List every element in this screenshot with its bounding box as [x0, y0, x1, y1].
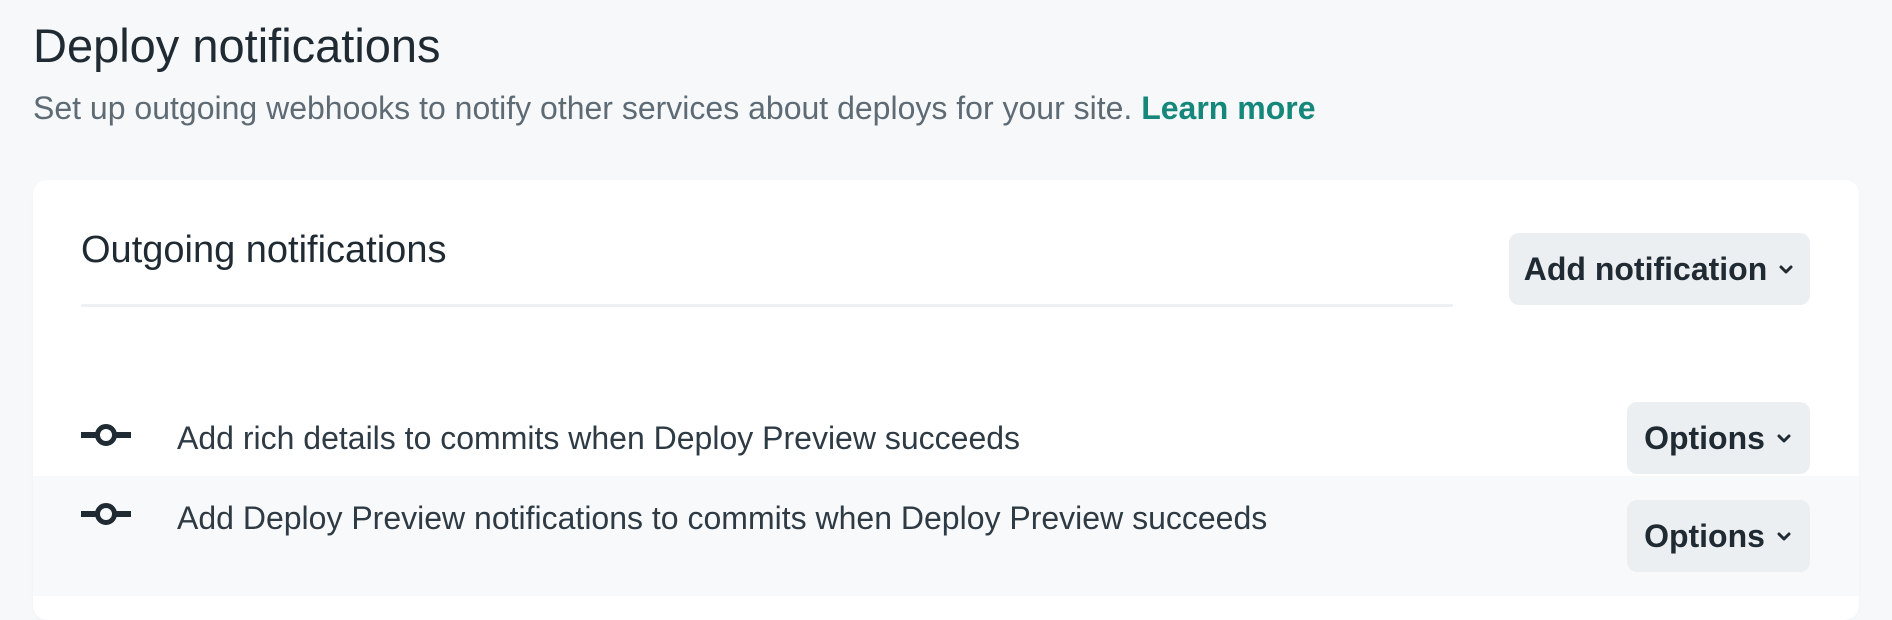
git-commit-icon [81, 424, 131, 446]
card-title: Outgoing notifications [81, 229, 447, 271]
options-label: Options [1644, 517, 1765, 554]
git-commit-icon [81, 503, 131, 525]
notification-label: Add Deploy Preview notifications to comm… [177, 500, 1268, 536]
options-button[interactable]: Options [1627, 402, 1810, 474]
add-notification-label: Add notification [1523, 250, 1768, 287]
outgoing-notifications-card: Outgoing notifications Add notification … [33, 180, 1859, 620]
add-notification-button[interactable]: Add notification [1509, 233, 1810, 305]
chevron-down-icon [1777, 434, 1791, 443]
learn-more-link[interactable]: Learn more [1141, 90, 1315, 126]
notification-label: Add rich details to commits when Deploy … [177, 420, 1021, 456]
page-subtitle: Set up outgoing webhooks to notify other… [33, 88, 1315, 128]
chevron-down-icon [1779, 265, 1793, 274]
options-label: Options [1644, 419, 1765, 456]
card-divider [81, 304, 1453, 307]
page-subtitle-text: Set up outgoing webhooks to notify other… [33, 90, 1133, 126]
options-button[interactable]: Options [1627, 500, 1810, 572]
notification-row: Add Deploy Preview notifications to comm… [33, 476, 1859, 596]
chevron-down-icon [1777, 532, 1791, 541]
page-title: Deploy notifications [33, 19, 441, 72]
